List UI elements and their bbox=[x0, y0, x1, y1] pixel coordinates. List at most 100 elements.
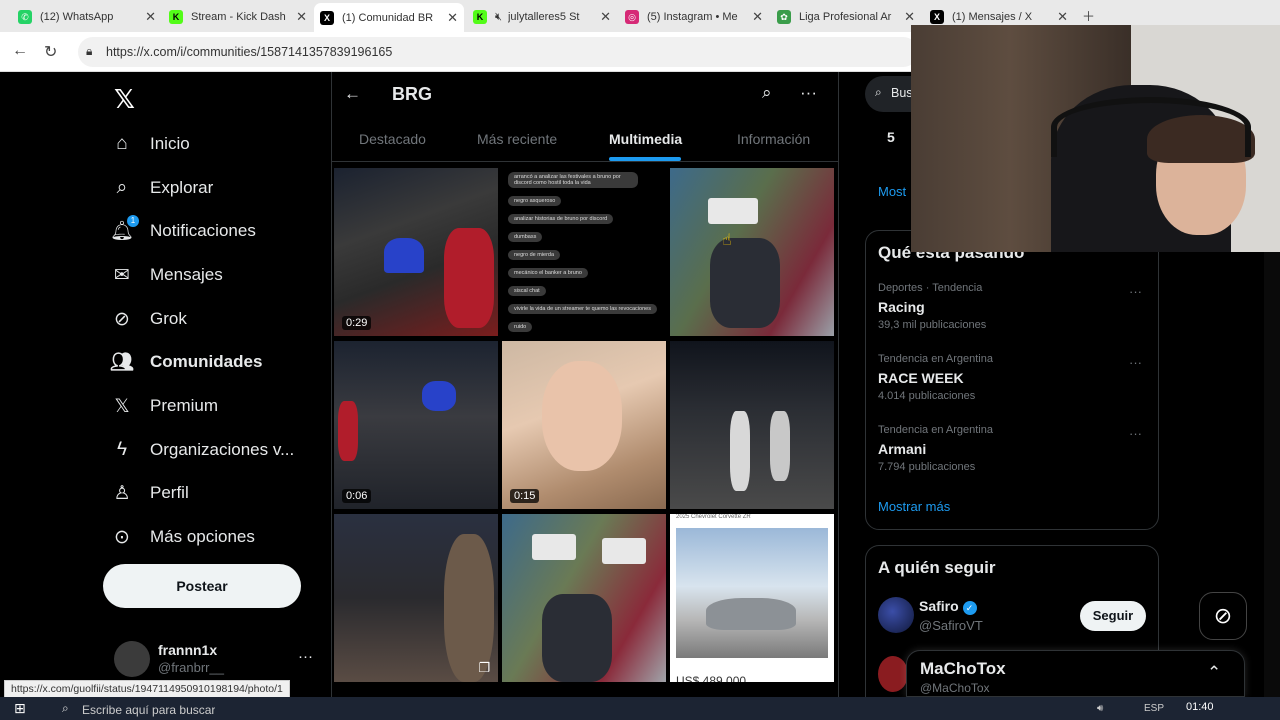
media-tile[interactable]: 0:06 bbox=[334, 341, 498, 509]
taskbar-search-icon[interactable]: ⌕ bbox=[62, 701, 69, 716]
more-icon[interactable]: ··· bbox=[800, 83, 817, 103]
close-tab-icon[interactable]: ✕ bbox=[904, 9, 915, 25]
profile-more-icon[interactable]: ··· bbox=[298, 648, 313, 665]
close-tab-icon[interactable]: ✕ bbox=[447, 10, 458, 26]
sidebar-item-organizaciones[interactable]: ϟ Organizaciones v... bbox=[110, 438, 294, 462]
car-photo bbox=[676, 528, 828, 658]
video-duration: 0:06 bbox=[342, 489, 372, 503]
trend-more-icon[interactable]: ··· bbox=[1129, 284, 1142, 299]
trend-more-icon[interactable]: ··· bbox=[1129, 426, 1142, 441]
chat-message: negro asqueroso bbox=[508, 196, 562, 206]
media-sign bbox=[708, 198, 758, 224]
media-tile[interactable]: ❐ bbox=[334, 514, 498, 682]
tab-title: (1) Comunidad BR bbox=[342, 11, 434, 24]
sidebar-item-mensajes[interactable]: ✉ Mensajes bbox=[110, 263, 223, 287]
suggested-user-handle: @SafiroVT bbox=[919, 618, 983, 633]
expand-drawer-icon[interactable]: ⌃ bbox=[1207, 663, 1221, 683]
liga-icon: ✿ bbox=[777, 10, 791, 24]
browser-tab-community[interactable]: X (1) Comunidad BR ✕ bbox=[314, 3, 464, 32]
car-price: US$ 489.000 bbox=[676, 674, 747, 682]
media-tile[interactable] bbox=[502, 514, 666, 682]
browser-tab-instagram[interactable]: ◎ (5) Instagram • Me ✕ bbox=[619, 4, 769, 30]
sidebar-item-label: Inicio bbox=[150, 134, 190, 153]
tab-destacado[interactable]: Destacado bbox=[359, 131, 426, 147]
trend-more-icon[interactable]: ··· bbox=[1129, 355, 1142, 370]
trend-name[interactable]: RACE WEEK bbox=[878, 370, 964, 386]
car-caption: 2025 Chevrolet Corvette ZR bbox=[676, 514, 751, 520]
suggested-user-name[interactable]: Safiro ✓ bbox=[919, 598, 977, 615]
media-face bbox=[542, 361, 622, 471]
close-tab-icon[interactable]: ✕ bbox=[1057, 9, 1068, 25]
media-figure bbox=[710, 238, 780, 328]
clock[interactable]: 01:40 bbox=[1186, 701, 1214, 713]
browser-tab-kick-stream[interactable]: K 🔇︎ julytalleres5 St ✕ bbox=[467, 4, 617, 30]
avatar[interactable] bbox=[114, 641, 150, 677]
media-tile[interactable]: arrancó a analizar las festivales a brun… bbox=[502, 168, 666, 336]
messages-drawer[interactable]: MaChoTox @MaChoTox ⌃ bbox=[906, 650, 1245, 697]
close-tab-icon[interactable]: ✕ bbox=[752, 9, 763, 25]
x-logo-icon[interactable]: 𝕏 bbox=[114, 84, 135, 115]
show-more-link[interactable]: Mostrar más bbox=[878, 499, 950, 514]
webcam-overlay bbox=[911, 25, 1280, 252]
browser-tab-kick-dashboard[interactable]: K Stream - Kick Dash ✕ bbox=[163, 4, 313, 30]
media-tile[interactable]: 2025 Chevrolet Corvette ZR US$ 489.000 bbox=[670, 514, 834, 682]
media-tile[interactable]: ☝ bbox=[670, 168, 834, 336]
close-tab-icon[interactable]: ✕ bbox=[296, 9, 307, 25]
sidebar-item-inicio[interactable]: ⌂ Inicio bbox=[110, 132, 190, 156]
suggested-user-name-text: Safiro bbox=[919, 598, 959, 614]
avatar[interactable] bbox=[878, 597, 914, 633]
partial-show-more-link[interactable]: Most bbox=[878, 184, 906, 199]
avatar bbox=[878, 656, 908, 692]
back-arrow-icon[interactable]: ← bbox=[344, 84, 361, 104]
close-tab-icon[interactable]: ✕ bbox=[600, 9, 611, 25]
profile-handle: @franbrr__ bbox=[158, 660, 224, 675]
close-tab-icon[interactable]: ✕ bbox=[145, 9, 156, 25]
trend-name[interactable]: Armani bbox=[878, 441, 926, 457]
media-tile[interactable]: 0:29 bbox=[334, 168, 498, 336]
volume-icon[interactable]: 🔊︎ bbox=[1097, 703, 1103, 714]
tab-informacion[interactable]: Información bbox=[737, 131, 810, 147]
person-icon: ♙ bbox=[113, 482, 131, 504]
back-icon[interactable]: ← bbox=[12, 42, 28, 60]
browser-tab-liga[interactable]: ✿ Liga Profesional Ar ✕ bbox=[771, 4, 921, 30]
search-placeholder: Bus bbox=[891, 86, 913, 100]
video-duration: 0:15 bbox=[510, 489, 540, 503]
taskbar-search-input[interactable]: Escribe aquí para buscar bbox=[82, 703, 215, 720]
language-indicator[interactable]: ESP bbox=[1144, 703, 1164, 714]
search-icon[interactable]: ⌕ bbox=[762, 83, 772, 103]
refresh-icon[interactable]: ↻ bbox=[44, 42, 57, 62]
tab-title: Stream - Kick Dash bbox=[191, 11, 286, 23]
windows-start-icon[interactable]: ⊞ bbox=[14, 700, 26, 717]
media-sign bbox=[532, 534, 576, 560]
media-tile[interactable] bbox=[670, 341, 834, 509]
sidebar-item-comunidades[interactable]: 👥︎ Comunidades bbox=[110, 350, 262, 374]
tab-mas-reciente[interactable]: Más reciente bbox=[477, 131, 557, 147]
sidebar-item-explorar[interactable]: ⌕ Explorar bbox=[110, 176, 214, 200]
status-bar-url: https://x.com/guolfii/status/19471149509… bbox=[4, 680, 290, 698]
sidebar-item-grok[interactable]: ⊘ Grok bbox=[110, 307, 187, 331]
sidebar-item-perfil[interactable]: ♙ Perfil bbox=[110, 481, 188, 505]
video-duration: 0:29 bbox=[342, 316, 372, 330]
muted-speaker-icon[interactable]: 🔇︎ bbox=[495, 11, 502, 24]
browser-tab-whatsapp[interactable]: ✆ (12) WhatsApp ✕ bbox=[12, 4, 162, 30]
sidebar-item-premium[interactable]: 𝕏 Premium bbox=[110, 394, 218, 418]
tab-multimedia[interactable]: Multimedia bbox=[609, 131, 682, 147]
post-button[interactable]: Postear bbox=[103, 564, 301, 608]
grok-icon: ⊘ bbox=[114, 308, 130, 330]
media-figure bbox=[384, 238, 424, 273]
mail-icon: ✉ bbox=[114, 264, 130, 286]
follow-button[interactable]: Seguir bbox=[1080, 601, 1146, 631]
grok-icon[interactable]: ⊘ bbox=[1199, 592, 1247, 640]
sidebar-item-label: Grok bbox=[150, 309, 187, 328]
trend-name[interactable]: Racing bbox=[878, 299, 925, 315]
drawer-user-name: MaChoTox bbox=[920, 659, 1006, 678]
media-tile[interactable]: 0:15 bbox=[502, 341, 666, 509]
url-field[interactable]: 🔒︎ https://x.com/i/communities/158714135… bbox=[78, 37, 918, 67]
sidebar-item-label: Explorar bbox=[150, 178, 214, 197]
sidebar-item-label: Más opciones bbox=[150, 527, 255, 546]
chat-message: siscal chat bbox=[508, 286, 546, 296]
trend-category: Tendencia en Argentina bbox=[878, 424, 993, 436]
sidebar-item-mas-opciones[interactable]: ⊙ Más opciones bbox=[110, 525, 255, 549]
who-to-follow-title: A quién seguir bbox=[878, 558, 996, 577]
new-tab-icon[interactable]: ＋ bbox=[1082, 6, 1095, 25]
